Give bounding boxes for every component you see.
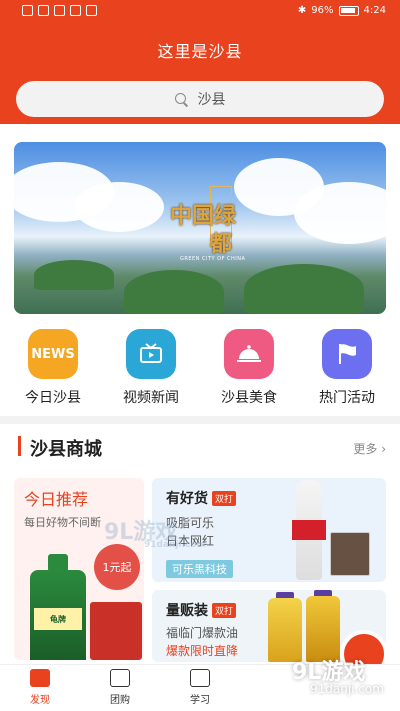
quick-nav-item-today[interactable]: NEWS 今日沙县 bbox=[8, 326, 98, 410]
clock-time: 4:24 bbox=[363, 5, 386, 16]
banner-carousel[interactable]: 中国绿 都 GREEN CITY OF CHINA bbox=[14, 142, 386, 314]
watermark-site: 91danji.com bbox=[310, 682, 384, 696]
search-text: 沙县 bbox=[197, 92, 226, 108]
good-goods-title-text: 有好货 bbox=[166, 491, 208, 507]
app-header: 这里是沙县 沙县 bbox=[0, 24, 400, 124]
search-icon bbox=[174, 92, 188, 106]
wifi-icon bbox=[54, 5, 65, 16]
section-accent-bar bbox=[18, 436, 21, 456]
more-link-label: 更多 bbox=[353, 442, 378, 456]
flag-icon bbox=[322, 329, 372, 379]
center-watermark-site: 91danji.com bbox=[144, 540, 206, 550]
promo-tag: 双打 bbox=[212, 602, 237, 618]
quick-nav-label: 热门活动 bbox=[319, 390, 375, 406]
news-icon-text: NEWS bbox=[31, 346, 75, 362]
product-label: 龟牌 bbox=[34, 608, 82, 630]
battery-icon bbox=[338, 5, 359, 16]
signal-icon bbox=[38, 5, 49, 16]
bulk-pack-title-text: 量贩装 bbox=[166, 603, 208, 619]
banner-cloud bbox=[74, 182, 164, 232]
section-divider bbox=[0, 416, 400, 424]
banner-text-line2: 都 bbox=[210, 231, 233, 257]
cola-glass-image bbox=[330, 532, 370, 576]
recommend-title: 今日推荐 bbox=[24, 490, 89, 509]
shopping-bag-icon bbox=[110, 669, 130, 687]
nfc-icon bbox=[70, 5, 81, 16]
bulk-pack-line1: 福临门爆款油 bbox=[166, 626, 239, 640]
banner-island bbox=[124, 270, 224, 314]
quick-nav-label: 视频新闻 bbox=[123, 390, 179, 406]
product-box-image bbox=[90, 602, 142, 660]
sim-icon bbox=[22, 5, 33, 16]
chevron-right-icon: › bbox=[381, 442, 386, 456]
quick-nav-label: 沙县美食 bbox=[221, 390, 277, 406]
banner-island bbox=[34, 260, 114, 290]
center-watermark: 9L游戏 91danji.com bbox=[84, 514, 234, 554]
banner-headline: 中国绿 都 bbox=[170, 202, 236, 258]
bulk-pack-title: 量贩装 双打 bbox=[166, 600, 237, 620]
banner-island bbox=[244, 264, 364, 314]
status-icons-left bbox=[22, 5, 97, 16]
quick-nav-item-food[interactable]: 沙县美食 bbox=[204, 326, 294, 410]
alarm-icon bbox=[86, 5, 97, 16]
search-bar[interactable]: 沙县 bbox=[16, 81, 384, 117]
news-icon: NEWS bbox=[28, 329, 78, 379]
banner-text-line1: 中国绿 bbox=[170, 203, 237, 229]
bulk-pack-line2: 爆款限时直降 bbox=[166, 644, 239, 658]
bluetooth-icon: ✱ bbox=[297, 5, 307, 16]
quick-nav-item-events[interactable]: 热门活动 bbox=[302, 326, 392, 410]
promo-tag: 双打 bbox=[212, 490, 237, 506]
status-icons-right: ✱ 96% 4:24 bbox=[298, 5, 386, 16]
more-link[interactable]: 更多 › bbox=[353, 440, 386, 457]
page-title: 这里是沙县 bbox=[157, 42, 243, 61]
tab-label: 学习 bbox=[190, 695, 210, 706]
cola-label-image bbox=[292, 520, 326, 540]
tab-label: 团购 bbox=[110, 695, 130, 706]
good-goods-chip: 可乐黑科技 bbox=[166, 560, 233, 578]
good-goods-title: 有好货 双打 bbox=[166, 488, 237, 508]
quick-nav: NEWS 今日沙县 视频新闻 沙县美食 热门活动 bbox=[0, 326, 400, 410]
home-icon bbox=[30, 669, 50, 687]
recommend-card[interactable]: 今日推荐 每日好物不间断 龟牌 1元起 bbox=[14, 478, 144, 660]
tab-discover[interactable]: 发现 bbox=[0, 665, 80, 711]
section-title: 沙县商城 bbox=[30, 439, 102, 460]
banner-cloud bbox=[294, 182, 386, 244]
battery-percent: 96% bbox=[311, 5, 334, 16]
food-cloche-icon bbox=[224, 329, 274, 379]
banner-subtitle: GREEN CITY OF CHINA bbox=[180, 256, 246, 262]
tab-study[interactable]: 学习 bbox=[160, 665, 240, 711]
corner-watermark: 9L游戏 91danji.com bbox=[270, 652, 390, 708]
quick-nav-item-video[interactable]: 视频新闻 bbox=[106, 326, 196, 410]
status-bar: ✱ 96% 4:24 bbox=[0, 0, 400, 24]
tab-group-buy[interactable]: 团购 bbox=[80, 665, 160, 711]
quick-nav-label: 今日沙县 bbox=[25, 390, 81, 406]
book-icon bbox=[190, 669, 210, 687]
tab-label: 发现 bbox=[30, 695, 50, 706]
tv-icon bbox=[126, 329, 176, 379]
